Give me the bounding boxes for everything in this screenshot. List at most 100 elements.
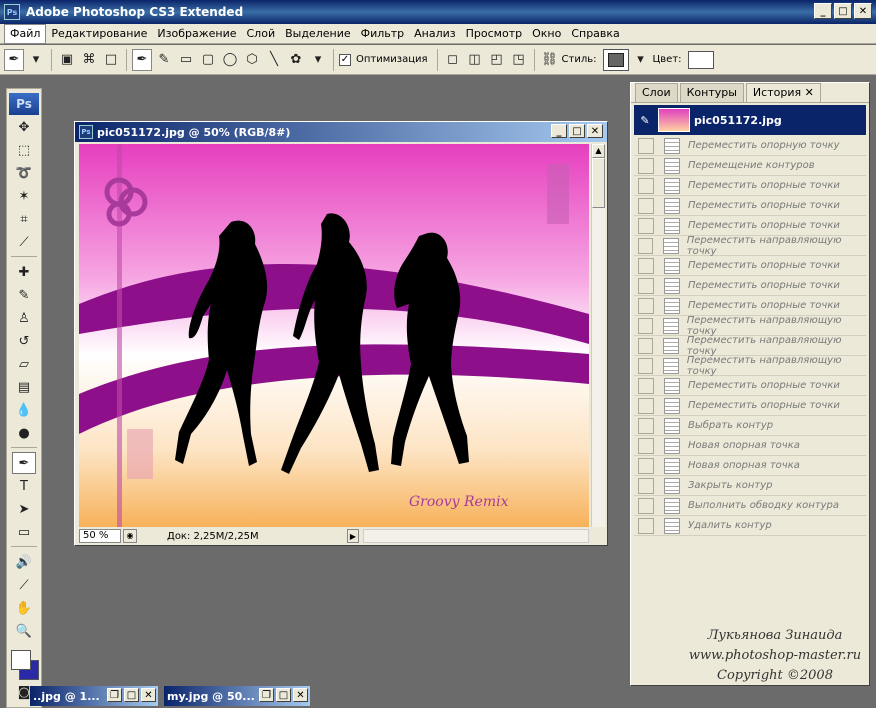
history-brush-source-checkbox[interactable] <box>638 137 654 154</box>
tab-history[interactable]: История ✕ <box>745 83 821 102</box>
type-tool-icon[interactable]: T <box>12 475 36 497</box>
path-add-icon[interactable]: ◻ <box>443 49 463 71</box>
style-swatch[interactable] <box>602 48 629 71</box>
history-brush-source-checkbox[interactable] <box>638 417 654 434</box>
history-brush-source-checkbox[interactable] <box>638 397 654 414</box>
marquee-tool-icon[interactable]: ⬚ <box>12 139 36 161</box>
magic-wand-tool-icon[interactable]: ✶ <box>12 185 36 207</box>
history-brush-source-checkbox[interactable] <box>638 437 654 454</box>
maximize-button[interactable]: □ <box>834 3 852 19</box>
notes-tool-icon[interactable]: 🔊 <box>12 551 36 573</box>
history-state[interactable]: Переместить направляющую точку <box>634 335 866 357</box>
history-state[interactable]: Переместить опорные точки <box>634 176 866 196</box>
eraser-tool-icon[interactable]: ▱ <box>12 353 36 375</box>
history-brush-source-checkbox[interactable] <box>638 217 654 234</box>
scroll-up-arrow-icon[interactable]: ▲ <box>592 144 605 158</box>
menu-view[interactable]: Просмотр <box>461 25 527 43</box>
history-state[interactable]: Переместить направляющую точку <box>634 315 866 337</box>
scroll-thumb[interactable] <box>592 158 605 208</box>
status-menu-icon[interactable]: ◉ <box>123 529 137 543</box>
menu-help[interactable]: Справка <box>566 25 624 43</box>
history-snapshot[interactable]: ✎ pic051172.jpg <box>634 105 866 135</box>
history-state[interactable]: Переместить опорные точки <box>634 296 866 316</box>
path-intersect-icon[interactable]: ◰ <box>487 49 507 71</box>
history-brush-source-checkbox[interactable] <box>638 317 654 334</box>
healing-brush-tool-icon[interactable]: ✚ <box>12 261 36 283</box>
polygon-icon[interactable]: ⬡ <box>242 49 262 71</box>
paths-mode-icon[interactable]: ⌘ <box>79 49 99 71</box>
history-state[interactable]: Переместить опорные точки <box>634 216 866 236</box>
history-brush-source-checkbox[interactable] <box>638 377 654 394</box>
history-brush-source-checkbox[interactable] <box>638 477 654 494</box>
eyedropper-tool-icon[interactable]: ⟋ <box>12 574 36 596</box>
crop-tool-icon[interactable]: ⌗ <box>12 208 36 230</box>
close-button[interactable]: ✕ <box>293 688 308 702</box>
rectangle-icon[interactable]: ▭ <box>176 49 196 71</box>
tab-layers[interactable]: Слои <box>635 83 678 102</box>
style-dropdown-arrow-icon[interactable]: ▾ <box>631 49 651 71</box>
maximize-button[interactable]: □ <box>124 688 139 702</box>
menu-select[interactable]: Выделение <box>280 25 356 43</box>
close-button[interactable]: ✕ <box>854 3 872 19</box>
history-brush-source-checkbox[interactable] <box>638 517 654 534</box>
history-brush-source-checkbox[interactable] <box>638 237 654 254</box>
dodge-tool-icon[interactable]: ● <box>12 422 36 444</box>
menu-image[interactable]: Изображение <box>152 25 241 43</box>
history-state[interactable]: Переместить опорные точки <box>634 376 866 396</box>
minimized-window[interactable]: ..jpg @ 1... ❐ □ ✕ <box>30 686 158 706</box>
history-state[interactable]: Переместить направляющую точку <box>634 355 866 377</box>
minimize-button[interactable]: _ <box>814 3 832 19</box>
history-brush-tool-icon[interactable]: ↺ <box>12 330 36 352</box>
path-subtract-icon[interactable]: ◫ <box>465 49 485 71</box>
menu-layer[interactable]: Слой <box>242 25 281 43</box>
history-brush-source-checkbox[interactable] <box>638 197 654 214</box>
history-state[interactable]: Удалить контур <box>634 516 866 536</box>
path-selection-tool-icon[interactable]: ➤ <box>12 498 36 520</box>
clone-stamp-tool-icon[interactable]: ♙ <box>12 307 36 329</box>
optimize-checkbox[interactable]: ✓ <box>339 53 351 66</box>
line-icon[interactable]: ╲ <box>264 49 284 71</box>
history-brush-source-checkbox[interactable] <box>638 177 654 194</box>
history-brush-source-checkbox[interactable] <box>638 157 654 174</box>
zoom-tool-icon[interactable]: 🔍 <box>12 620 36 642</box>
doc-close-button[interactable]: ✕ <box>587 124 603 138</box>
ellipse-icon[interactable]: ◯ <box>220 49 240 71</box>
tab-paths[interactable]: Контуры <box>679 83 744 102</box>
slice-tool-icon[interactable]: ⟋ <box>12 231 36 253</box>
history-brush-source-checkbox[interactable] <box>638 357 654 374</box>
history-brush-source-checkbox[interactable] <box>638 497 654 514</box>
restore-button[interactable]: ❐ <box>107 688 122 702</box>
history-state[interactable]: Переместить опорные точки <box>634 276 866 296</box>
pen-icon[interactable]: ✒ <box>132 48 152 71</box>
restore-button[interactable]: ❐ <box>259 688 274 702</box>
hand-tool-icon[interactable]: ✋ <box>12 597 36 619</box>
color-swatch[interactable] <box>687 50 714 69</box>
menu-file[interactable]: Файл <box>4 23 47 44</box>
custom-shape-icon[interactable]: ✿ <box>286 49 306 71</box>
document-title-bar[interactable]: Ps pic051172.jpg @ 50% (RGB/8#) _ □ ✕ <box>75 122 607 142</box>
history-brush-source-checkbox[interactable] <box>638 277 654 294</box>
freeform-pen-icon[interactable]: ✎ <box>154 49 174 71</box>
geometry-options-arrow-icon[interactable]: ▾ <box>308 49 328 71</box>
close-button[interactable]: ✕ <box>141 688 156 702</box>
pen-tool-icon[interactable]: ✒ <box>12 452 36 474</box>
link-icon[interactable]: ⛓ <box>540 49 560 71</box>
move-tool-icon[interactable]: ✥ <box>12 116 36 138</box>
history-state[interactable]: Выбрать контур <box>634 416 866 436</box>
shape-layers-icon[interactable]: ▣ <box>57 49 77 71</box>
foreground-color-swatch[interactable] <box>11 650 31 670</box>
pen-tool-preset-icon[interactable]: ✒ <box>4 48 24 71</box>
lasso-tool-icon[interactable]: ➰ <box>12 162 36 184</box>
history-state[interactable]: Выполнить обводку контура <box>634 496 866 516</box>
horizontal-scrollbar[interactable] <box>363 529 589 543</box>
maximize-button[interactable]: □ <box>276 688 291 702</box>
image-canvas[interactable]: Groovy Remix <box>79 144 589 527</box>
minimized-window[interactable]: my.jpg @ 50... ❐ □ ✕ <box>164 686 310 706</box>
close-tab-icon[interactable]: ✕ <box>805 86 814 99</box>
history-state[interactable]: Переместить опорные точки <box>634 196 866 216</box>
history-brush-source-checkbox[interactable] <box>638 297 654 314</box>
brush-tool-icon[interactable]: ✎ <box>12 284 36 306</box>
menu-analysis[interactable]: Анализ <box>409 25 461 43</box>
doc-maximize-button[interactable]: □ <box>569 124 585 138</box>
history-state[interactable]: Переместить опорные точки <box>634 256 866 276</box>
